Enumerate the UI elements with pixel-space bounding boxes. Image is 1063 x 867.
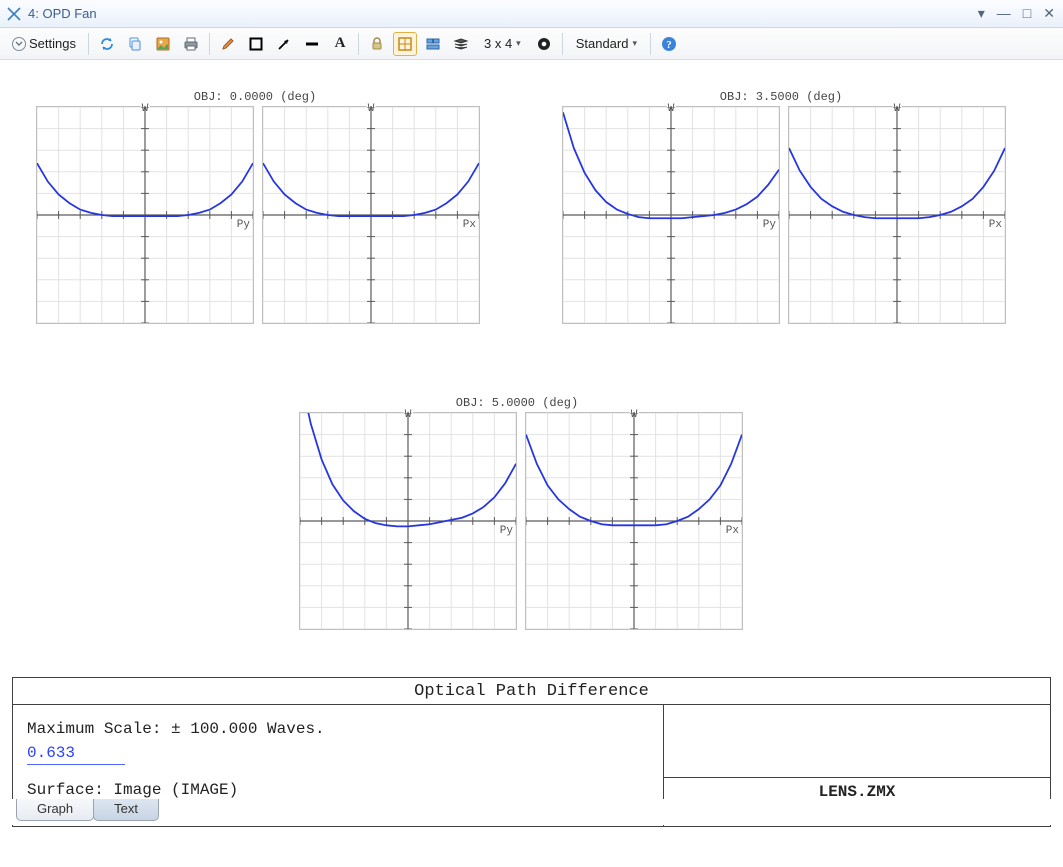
field-title-0: OBJ: 0.0000 (deg) xyxy=(194,90,316,104)
tab-text[interactable]: Text xyxy=(93,799,159,821)
separator xyxy=(88,33,89,55)
minimize-button[interactable]: — xyxy=(997,5,1011,22)
field-title-2: OBJ: 5.0000 (deg) xyxy=(456,396,578,410)
title-bar: 4: OPD Fan ▾ — □ ✕ xyxy=(0,0,1063,28)
svg-text:?: ? xyxy=(666,39,672,51)
target-button[interactable] xyxy=(532,32,556,56)
rectangle-tool[interactable] xyxy=(244,32,268,56)
pencil-tool[interactable] xyxy=(216,32,240,56)
mode-dropdown[interactable]: Standard ▾ xyxy=(569,32,644,56)
stack-button[interactable] xyxy=(449,32,473,56)
info-max-scale: Maximum Scale: ± 100.000 Waves. xyxy=(27,720,649,738)
info-blank xyxy=(664,705,1050,778)
info-title: Optical Path Difference xyxy=(13,678,1050,705)
info-surface: Surface: Image (IMAGE) xyxy=(27,781,649,799)
lock-view-button[interactable] xyxy=(365,32,389,56)
help-button[interactable]: ? xyxy=(657,32,681,56)
dropdown-icon[interactable]: ▾ xyxy=(978,5,985,22)
close-button[interactable]: ✕ xyxy=(1043,5,1055,22)
settings-button[interactable]: Settings xyxy=(6,32,82,56)
window-title: 4: OPD Fan xyxy=(28,6,978,21)
plot-canvas: OBJ: 0.0000 (deg) OBJ: 3.5000 (deg) OBJ:… xyxy=(0,60,1063,831)
arrow-tool[interactable] xyxy=(272,32,296,56)
chart-f1-py: W Py xyxy=(562,106,780,324)
settings-label: Settings xyxy=(29,36,76,51)
separator xyxy=(209,33,210,55)
chart-f0-px: W Px xyxy=(262,106,480,324)
refresh-button[interactable] xyxy=(95,32,119,56)
chart-svg xyxy=(37,107,253,323)
maximize-button[interactable]: □ xyxy=(1023,5,1031,22)
chart-f2-py: W Py xyxy=(299,412,517,630)
separator xyxy=(358,33,359,55)
chart-svg xyxy=(300,413,516,629)
copy-button[interactable] xyxy=(123,32,147,56)
field-title-1: OBJ: 3.5000 (deg) xyxy=(720,90,842,104)
chart-f0-py: W Py xyxy=(36,106,254,324)
info-wavelength[interactable]: 0.633 xyxy=(27,742,125,765)
chart-svg xyxy=(789,107,1005,323)
app-icon xyxy=(6,6,22,22)
layout-label: 3 x 4 xyxy=(484,36,512,51)
view-tabs: Graph Text xyxy=(0,799,1063,825)
window-layout-button[interactable] xyxy=(421,32,445,56)
chart-svg xyxy=(563,107,779,323)
caret-down-icon: ▾ xyxy=(516,38,521,49)
chart-svg xyxy=(526,413,742,629)
figure: OBJ: 0.0000 (deg) OBJ: 3.5000 (deg) OBJ:… xyxy=(6,60,1057,796)
save-image-button[interactable] xyxy=(151,32,175,56)
separator xyxy=(650,33,651,55)
caret-down-icon: ▾ xyxy=(632,38,637,49)
tab-graph[interactable]: Graph xyxy=(16,799,94,821)
line-tool[interactable] xyxy=(300,32,324,56)
chart-svg xyxy=(263,107,479,323)
text-tool[interactable]: A xyxy=(328,32,352,56)
toolbar: Settings A 3 x 4 ▾ xyxy=(0,28,1063,60)
chart-f1-px: W Px xyxy=(788,106,1006,324)
print-button[interactable] xyxy=(179,32,203,56)
grid-toggle-button[interactable] xyxy=(393,32,417,56)
chevron-down-icon xyxy=(12,37,26,51)
mode-label: Standard xyxy=(576,36,629,51)
separator xyxy=(562,33,563,55)
chart-f2-px: W Px xyxy=(525,412,743,630)
layout-dropdown[interactable]: 3 x 4 ▾ xyxy=(477,32,528,56)
